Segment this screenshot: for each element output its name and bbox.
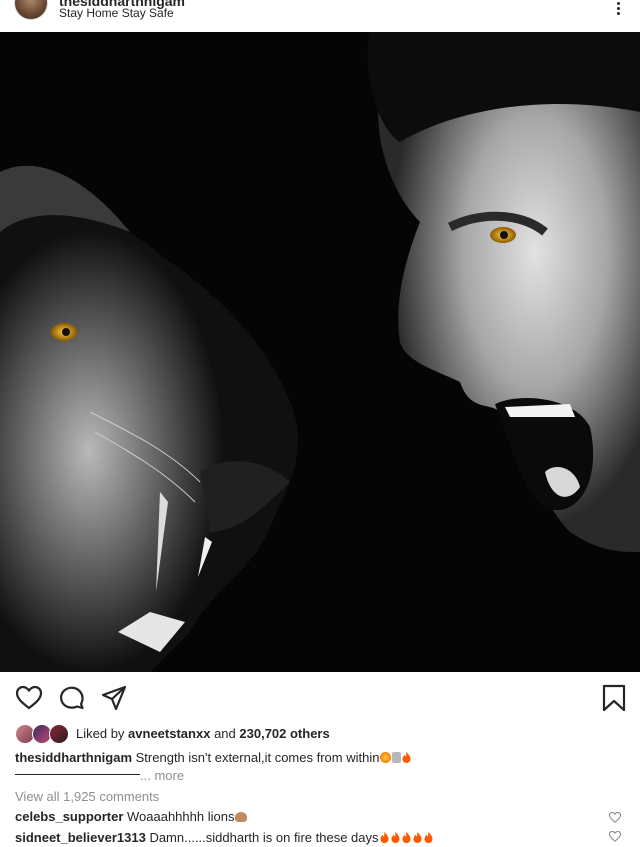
comment-text: Damn......siddharth is on fire these day… (149, 830, 379, 845)
likes-text: Liked by avneetstanxx and 230,702 others (76, 726, 330, 741)
fire-emoji-icon (402, 752, 411, 763)
comment-row: celebs_supporter Woaaahhhhh lions (15, 809, 248, 824)
fire-emoji-icon (402, 832, 410, 843)
comment-row: sidneet_believer1313 Damn......siddharth… (15, 830, 434, 845)
likes-prefix: Liked by (76, 726, 125, 741)
comment-icon[interactable] (58, 684, 86, 712)
face-emoji-icon (380, 752, 392, 763)
lion-and-man-photo (0, 32, 640, 672)
post-location[interactable]: Stay Home Stay Safe (59, 6, 174, 20)
caption-text: Strength isn't external,it comes from wi… (135, 750, 380, 765)
caption-username[interactable]: thesiddharthnigam (15, 750, 132, 765)
more-vertical-icon[interactable] (614, 2, 622, 16)
caption-line-break (15, 774, 140, 775)
fire-emoji-icon (424, 832, 432, 843)
comment-username[interactable]: celebs_supporter (15, 809, 123, 824)
flexed-biceps-emoji-icon (392, 752, 402, 763)
comment-heart-icon[interactable] (608, 811, 622, 824)
likes-others[interactable]: 230,702 others (239, 726, 329, 741)
bookmark-icon[interactable] (600, 684, 628, 712)
send-icon[interactable] (100, 684, 128, 712)
post-header: thesiddharthnigam Stay Home Stay Safe (0, 0, 640, 32)
likes-joiner: and (214, 726, 236, 741)
comment-heart-icon[interactable] (608, 830, 622, 843)
post-image[interactable] (0, 32, 640, 672)
action-bar (0, 672, 640, 720)
see-no-evil-monkey-emoji-icon (235, 812, 248, 822)
fire-emoji-icon (391, 832, 399, 843)
caption: thesiddharthnigam Strength isn't externa… (15, 750, 412, 765)
fire-emoji-icon (413, 832, 421, 843)
heart-icon[interactable] (15, 684, 43, 712)
avatar[interactable] (14, 0, 48, 20)
comment-username[interactable]: sidneet_believer1313 (15, 830, 146, 845)
liker-avatar (49, 724, 69, 744)
comment-text: Woaaahhhhh lions (127, 809, 235, 824)
more-link[interactable]: ... more (140, 768, 184, 783)
view-all-comments[interactable]: View all 1,925 comments (15, 789, 159, 804)
fire-emoji-icon (380, 832, 388, 843)
likes-user[interactable]: avneetstanxx (128, 726, 210, 741)
liker-avatars (15, 724, 69, 744)
